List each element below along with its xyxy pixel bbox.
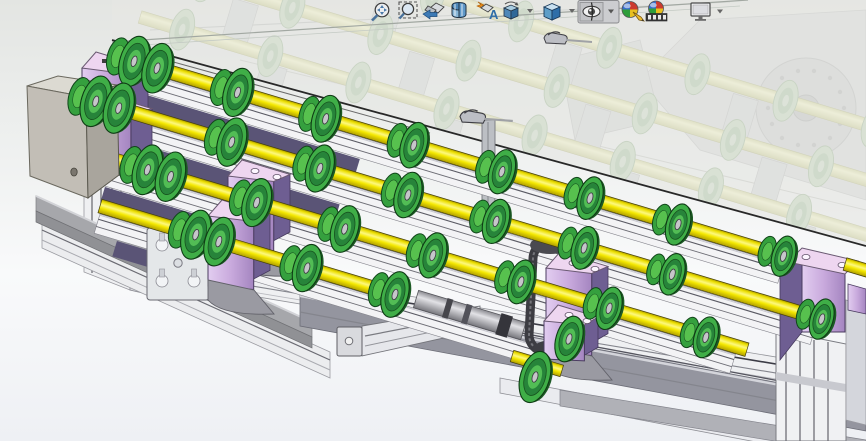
svg-text:A: A [489, 7, 499, 22]
